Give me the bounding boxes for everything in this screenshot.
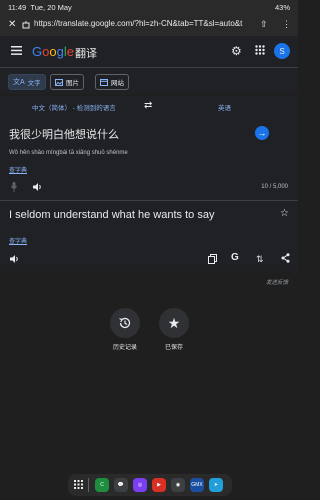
taskbar-dock: C 💬 ◎ ▶ ◉ GMX ➤	[68, 474, 232, 496]
status-bar: 11:49 Tue, 20 May 43%	[0, 0, 298, 14]
gmx-app-icon[interactable]: GMX	[190, 478, 204, 492]
translation-output: I seldom understand what he wants to say	[9, 209, 215, 221]
history-icon	[118, 316, 132, 330]
character-count: 10 / 5,000	[261, 184, 288, 190]
translate-icon: 文A	[13, 79, 25, 86]
close-icon[interactable]: ✕	[8, 19, 16, 30]
more-icon[interactable]: ⋮	[282, 19, 291, 30]
tab-image[interactable]: 图片	[50, 74, 84, 90]
translate-arrow-button[interactable]: →	[255, 126, 269, 140]
tab-label: 网站	[111, 80, 124, 87]
send-feedback-link[interactable]: 发送反馈	[266, 278, 288, 286]
tab-text[interactable]: 文A 文字	[8, 74, 46, 90]
microphone-icon[interactable]	[11, 182, 17, 192]
chat-app-icon[interactable]: 💬	[114, 478, 128, 492]
save-star-icon[interactable]: ☆	[280, 208, 289, 219]
camera-app-icon[interactable]: ◉	[171, 478, 185, 492]
history-button[interactable]	[110, 308, 140, 338]
listen-source-icon[interactable]	[33, 183, 43, 191]
language-selector-row: 中文（简体） - 检测到的语言 ⇄ 英语	[0, 96, 298, 116]
menu-icon[interactable]	[11, 46, 22, 55]
website-icon	[100, 78, 108, 86]
url-text[interactable]: https://translate.google.com/?hl=zh-CN&t…	[34, 19, 242, 28]
apps-grid-icon[interactable]	[255, 45, 265, 55]
app-header: Google 翻译 ⚙ S	[0, 36, 298, 68]
image-icon	[55, 78, 63, 86]
app-drawer-icon[interactable]	[74, 480, 83, 489]
history-label: 历史记录	[112, 345, 137, 351]
source-language-button[interactable]: 中文（简体） - 检测到的语言	[32, 102, 116, 112]
settings-gear-icon[interactable]: ⚙	[231, 44, 242, 58]
tab-label: 图片	[66, 80, 79, 87]
browser-url-bar: ✕ https://translate.google.com/?hl=zh-CN…	[0, 14, 298, 36]
copy-icon[interactable]	[208, 254, 217, 264]
target-language-button[interactable]: 英语	[218, 102, 231, 112]
translation-panel: I seldom understand what he wants to say…	[0, 201, 298, 271]
saved-button[interactable]: ★	[159, 308, 189, 338]
share-translation-icon[interactable]	[281, 253, 290, 263]
google-search-icon[interactable]: G	[231, 252, 239, 263]
source-romanization: Wǒ hěn shǎo míngbái tā xiǎng shuō shénme	[9, 150, 128, 156]
status-date: Tue, 20 May	[30, 3, 72, 12]
star-icon: ★	[167, 314, 181, 331]
tab-website[interactable]: 网站	[95, 74, 129, 90]
saved-label: 已保存	[164, 345, 183, 351]
status-time: 11:49	[8, 3, 27, 12]
site-info-icon[interactable]	[22, 20, 30, 29]
battery-level: 43%	[274, 3, 290, 12]
share-icon[interactable]: ⇧	[260, 19, 268, 30]
video-app-icon[interactable]: ▶	[152, 478, 166, 492]
swap-languages-icon[interactable]: ⇄	[144, 100, 152, 111]
tab-label: 文字	[27, 80, 41, 87]
translation-dictionary-link[interactable]: 查字典	[9, 236, 27, 245]
status-time-date: 11:49 Tue, 20 May	[8, 3, 72, 12]
product-name: 翻译	[75, 48, 97, 60]
source-dictionary-link[interactable]: 查字典	[9, 165, 27, 174]
mode-tabs: 文A 文字 图片 网站	[0, 68, 298, 94]
browser-app-icon[interactable]: ◎	[133, 478, 147, 492]
source-panel: 我很少明白他想说什么 → Wǒ hěn shǎo míngbái tā xiǎn…	[0, 116, 298, 200]
google-logo: Google	[32, 44, 74, 59]
phone-app-icon[interactable]: C	[95, 478, 109, 492]
rate-translation-icon[interactable]: ⇅	[256, 254, 264, 265]
telegram-app-icon[interactable]: ➤	[209, 478, 223, 492]
listen-translation-icon[interactable]	[10, 255, 20, 263]
source-input[interactable]: 我很少明白他想说什么	[9, 126, 119, 142]
account-avatar[interactable]: S	[274, 43, 290, 59]
